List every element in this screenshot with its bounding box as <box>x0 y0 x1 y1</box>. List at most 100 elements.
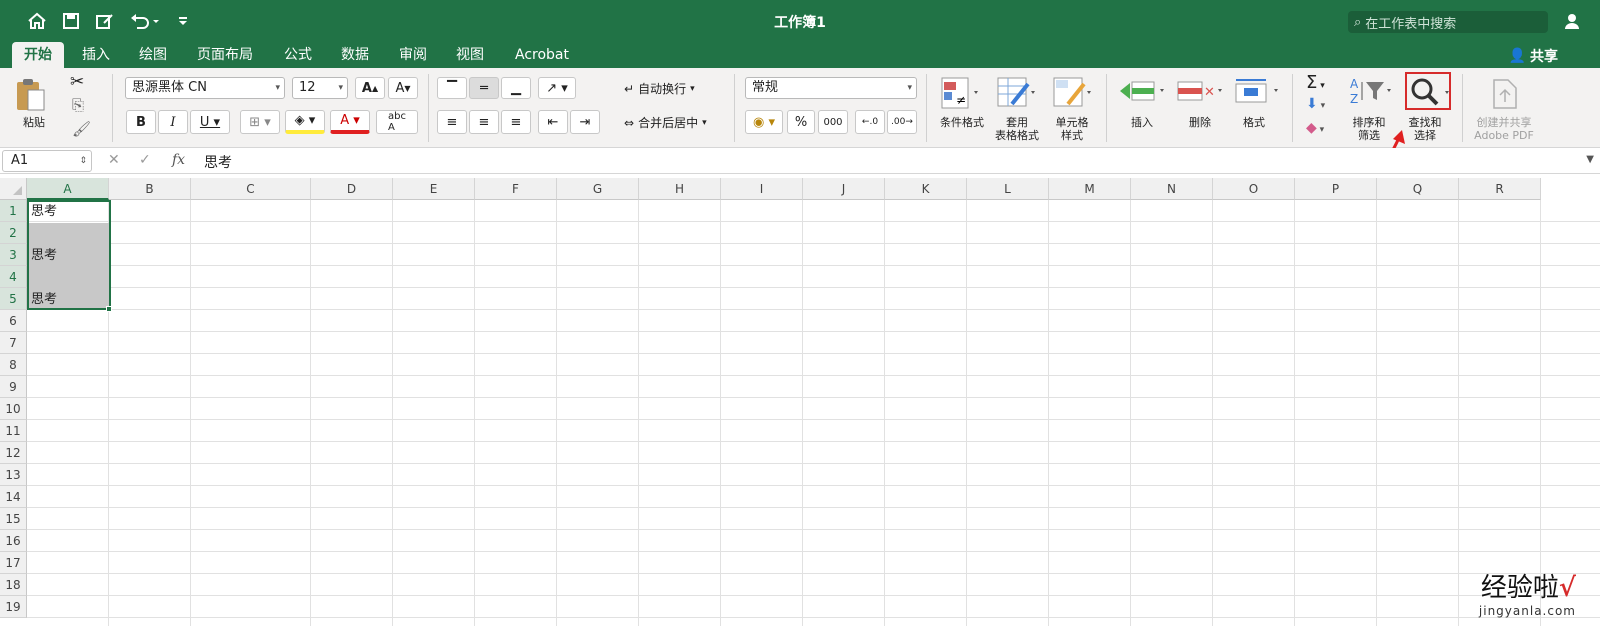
format-as-table-icon[interactable] <box>996 76 1036 113</box>
cut-icon[interactable]: ✂ <box>70 72 84 92</box>
sheet-search-input[interactable]: ⌕ 在工作表中搜索 <box>1348 11 1548 33</box>
row-header-12[interactable]: 12 <box>0 442 27 464</box>
row-header-18[interactable]: 18 <box>0 574 27 596</box>
row-header-7[interactable]: 7 <box>0 332 27 354</box>
tab-formulas[interactable]: 公式 <box>276 42 320 68</box>
tab-view[interactable]: 视图 <box>448 42 492 68</box>
column-header-c[interactable]: C <box>191 178 311 200</box>
decrease-font-icon[interactable]: A ▼ <box>388 77 418 99</box>
decrease-indent-icon[interactable]: ⇤ <box>538 110 568 134</box>
row-header-4[interactable]: 4 <box>0 266 27 288</box>
enter-icon[interactable]: ✓ <box>139 152 151 168</box>
column-header-e[interactable]: E <box>393 178 475 200</box>
font-size-select[interactable]: 12 ▾ <box>292 77 348 99</box>
row-header-11[interactable]: 11 <box>0 420 27 442</box>
cell-styles-icon[interactable] <box>1052 76 1092 113</box>
row-header-16[interactable]: 16 <box>0 530 27 552</box>
column-header-i[interactable]: I <box>721 178 803 200</box>
clear-icon[interactable]: ◆ ▾ <box>1306 120 1324 136</box>
increase-decimal-icon[interactable]: ←.0 <box>855 110 885 134</box>
column-header-g[interactable]: G <box>557 178 639 200</box>
wrap-text-button[interactable]: ↵ 自动换行 ▾ <box>624 80 695 97</box>
align-left-icon[interactable]: ≡ <box>437 110 467 134</box>
row-header-9[interactable]: 9 <box>0 376 27 398</box>
copy-icon[interactable]: ⎘ <box>72 96 84 114</box>
row-header-19[interactable]: 19 <box>0 596 27 618</box>
insert-cells-icon[interactable] <box>1118 76 1168 109</box>
sort-filter-icon[interactable]: AZ <box>1350 76 1394 109</box>
row-header-14[interactable]: 14 <box>0 486 27 508</box>
column-header-h[interactable]: H <box>639 178 721 200</box>
tab-review[interactable]: 审阅 <box>391 42 435 68</box>
row-header-17[interactable]: 17 <box>0 552 27 574</box>
font-color-icon[interactable]: A ▾ <box>330 110 370 134</box>
tab-draw[interactable]: 绘图 <box>131 42 175 68</box>
comma-button[interactable]: 000 <box>818 110 848 134</box>
orientation-icon[interactable]: ↗ ▾ <box>538 77 576 99</box>
autosum-icon[interactable]: Σ ▾ <box>1306 72 1325 93</box>
currency-icon[interactable]: ◉ ▾ <box>745 110 783 134</box>
tab-insert[interactable]: 插入 <box>74 42 118 68</box>
column-header-d[interactable]: D <box>311 178 393 200</box>
fill-handle[interactable] <box>106 306 112 312</box>
format-cells-icon[interactable] <box>1234 76 1284 109</box>
column-header-q[interactable]: Q <box>1377 178 1459 200</box>
function-icon[interactable]: fx <box>172 152 185 168</box>
column-header-r[interactable]: R <box>1459 178 1541 200</box>
column-header-f[interactable]: F <box>475 178 557 200</box>
worksheet-grid[interactable]: ABCDEFGHIJKLMNOPQR 1 2 3 4 5 6 7 8 9 10 11 12 13 14 15… <box>0 178 1600 626</box>
merge-center-button[interactable]: ⇔ 合并后居中 ▾ <box>624 114 707 131</box>
row-header-6[interactable]: 6 <box>0 310 27 332</box>
align-center-icon[interactable]: ≡ <box>469 110 499 134</box>
paste-icon[interactable] <box>14 76 48 117</box>
delete-cells-icon[interactable]: ✕ <box>1176 76 1226 109</box>
formula-content[interactable]: 思考 <box>204 152 232 172</box>
italic-button[interactable]: I <box>158 110 188 134</box>
phonetic-icon[interactable]: abc A <box>376 110 418 134</box>
row-header-10[interactable]: 10 <box>0 398 27 420</box>
name-box[interactable]: A1 ⇕ <box>2 150 92 172</box>
underline-button[interactable]: U ▾ <box>190 110 230 134</box>
column-header-l[interactable]: L <box>967 178 1049 200</box>
cancel-icon[interactable]: ✕ <box>108 152 120 168</box>
row-header-1[interactable]: 1 <box>0 200 27 222</box>
increase-indent-icon[interactable]: ⇥ <box>570 110 600 134</box>
create-pdf-icon[interactable] <box>1490 78 1520 113</box>
tab-home[interactable]: 开始 <box>12 42 64 68</box>
column-header-j[interactable]: J <box>803 178 885 200</box>
column-header-o[interactable]: O <box>1213 178 1295 200</box>
share-button[interactable]: 👤 共享 <box>1509 46 1558 66</box>
row-header-2[interactable]: 2 <box>0 222 27 244</box>
align-middle-icon[interactable]: ═ <box>469 77 499 99</box>
tab-page-layout[interactable]: 页面布局 <box>189 42 261 68</box>
column-header-m[interactable]: M <box>1049 178 1131 200</box>
select-all-corner[interactable] <box>0 178 27 200</box>
expand-formula-icon[interactable]: ▼ <box>1586 154 1594 165</box>
increase-font-icon[interactable]: A ▲ <box>355 77 385 99</box>
column-header-a[interactable]: A <box>27 178 109 200</box>
column-header-p[interactable]: P <box>1295 178 1377 200</box>
number-format-select[interactable]: 常规 ▾ <box>745 77 917 99</box>
align-top-icon[interactable]: ▔ <box>437 77 467 99</box>
row-header-3[interactable]: 3 <box>0 244 27 266</box>
percent-button[interactable]: % <box>787 110 815 134</box>
align-bottom-icon[interactable]: ▁ <box>501 77 531 99</box>
tab-data[interactable]: 数据 <box>333 42 377 68</box>
fill-color-icon[interactable]: ◈ ▾ <box>285 110 325 134</box>
conditional-format-icon[interactable]: ≠ <box>940 76 980 113</box>
tab-acrobat[interactable]: Acrobat <box>507 42 577 68</box>
fill-icon[interactable]: ⬇ ▾ <box>1306 96 1325 112</box>
border-icon[interactable]: ⊞ ▾ <box>240 110 280 134</box>
account-icon[interactable] <box>1562 10 1584 32</box>
decrease-decimal-icon[interactable]: .00→ <box>887 110 917 134</box>
row-header-15[interactable]: 15 <box>0 508 27 530</box>
bold-button[interactable]: B <box>126 110 156 134</box>
format-painter-icon[interactable]: 🖌 <box>72 120 91 138</box>
column-header-b[interactable]: B <box>109 178 191 200</box>
column-header-n[interactable]: N <box>1131 178 1213 200</box>
font-name-select[interactable]: 思源黑体 CN ▾ <box>125 77 285 99</box>
row-header-13[interactable]: 13 <box>0 464 27 486</box>
row-header-5[interactable]: 5 <box>0 288 27 310</box>
column-header-k[interactable]: K <box>885 178 967 200</box>
align-right-icon[interactable]: ≡ <box>501 110 531 134</box>
